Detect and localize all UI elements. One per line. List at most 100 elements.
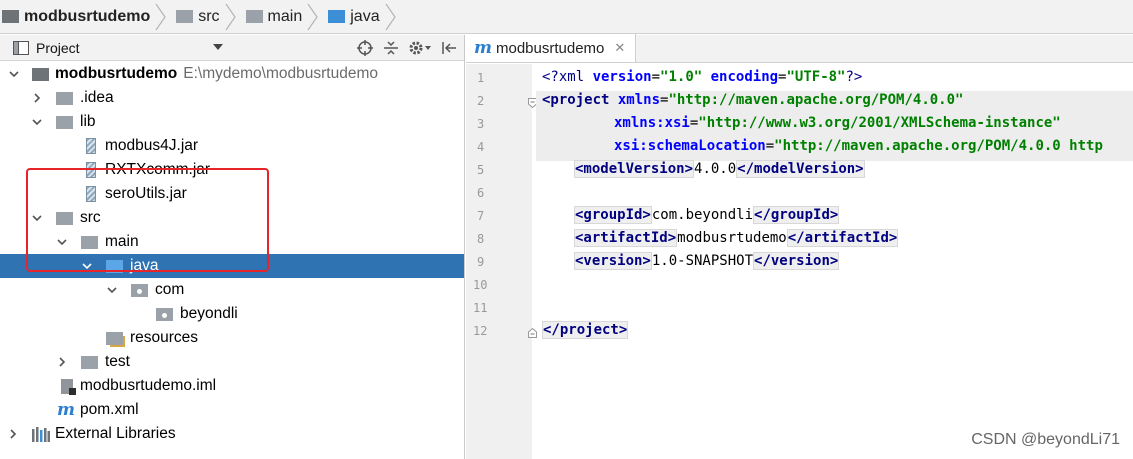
collapse-all-icon[interactable] <box>382 39 400 57</box>
settings-icon[interactable] <box>408 39 432 57</box>
tree-item-iml[interactable]: modbusrtudemo.iml <box>0 374 464 398</box>
library-icon <box>32 426 50 442</box>
fold-end-icon[interactable] <box>528 328 537 338</box>
close-icon[interactable]: ✕ <box>614 40 625 56</box>
breadcrumb-item-modbusrtudemo[interactable]: modbusrtudemo <box>2 0 176 34</box>
tree-item-resources[interactable]: resources <box>0 326 464 350</box>
tree-item-label: modbus4J.jar <box>105 137 199 154</box>
xml-tag: <modelVersion> <box>574 160 695 178</box>
breadcrumb-label: main <box>267 7 303 25</box>
code-line-2: <project xmlns="http://maven.apache.org/… <box>542 92 963 108</box>
line-number: 4 <box>477 140 485 154</box>
line-number: 9 <box>477 255 485 269</box>
tree-item-label: com <box>155 281 185 298</box>
chevron-down-icon[interactable] <box>32 117 42 127</box>
breadcrumb-separator-icon <box>155 3 166 30</box>
folder-icon <box>81 355 103 369</box>
breadcrumb-separator-icon <box>307 3 318 30</box>
tree-item-label: lib <box>80 113 96 130</box>
xml-value: "http://www.w3.org/2001/XMLSchema-instan… <box>698 115 1061 131</box>
module-path: E:\mydemo\modbusrtudemo <box>183 65 378 82</box>
folder-icon <box>245 10 263 23</box>
maven-icon: m <box>57 400 75 420</box>
xml-attr: encoding <box>702 69 779 85</box>
chevron-down-icon[interactable] <box>213 44 223 50</box>
chevron-right-icon[interactable] <box>8 429 18 439</box>
breadcrumb-item-java[interactable]: java <box>328 0 405 34</box>
tree-item-test[interactable]: test <box>0 350 464 374</box>
editor-tab-bar: m modbusrtudemo ✕ <box>466 34 1133 63</box>
folder-icon <box>56 91 78 105</box>
editor-tab-pom[interactable]: m modbusrtudemo ✕ <box>466 34 637 62</box>
line-number: 1 <box>477 71 485 85</box>
xml-value: "1.0" <box>660 69 703 85</box>
line-number: 3 <box>477 117 485 131</box>
xml-eq: = <box>651 69 661 85</box>
hide-icon[interactable] <box>440 39 458 57</box>
xml-tag: </version> <box>753 252 840 270</box>
code-line-3: xmlns:xsi="http://www.w3.org/2001/XMLSch… <box>614 115 1061 131</box>
highlight-annotation-box <box>26 168 269 272</box>
locate-icon[interactable] <box>356 39 374 57</box>
xml-text: modbusrtudemo <box>677 230 787 246</box>
module-name: modbusrtudemo <box>55 65 178 82</box>
xml-attr: version <box>592 69 652 85</box>
line-number: 10 <box>473 278 488 292</box>
tab-label: modbusrtudemo <box>496 39 605 57</box>
package-icon <box>156 307 178 321</box>
xml-text: 1.0-SNAPSHOT <box>651 253 754 269</box>
tree-item-lib[interactable]: lib <box>0 110 464 134</box>
tree-item-idea[interactable]: .idea <box>0 86 464 110</box>
module-file-icon <box>61 378 76 395</box>
xml-text: com.beyondli <box>651 207 754 223</box>
tree-item-pom[interactable]: m pom.xml <box>0 398 464 422</box>
code-line-1: <?xml version="1.0" encoding="UTF-8"?> <box>542 69 862 85</box>
tree-item-label: test <box>105 353 130 370</box>
watermark: CSDN @beyondLi71 <box>971 431 1120 448</box>
code-editor[interactable]: 1 2 3 4 5 7 8 9 6 10 11 12 <?xml version… <box>466 64 1133 459</box>
line-number: 2 <box>477 94 485 108</box>
breadcrumb-label: java <box>350 7 380 25</box>
breadcrumb-item-src[interactable]: src <box>176 0 245 34</box>
breadcrumb-item-main[interactable]: main <box>245 0 329 34</box>
tree-item-jar-modbus4j[interactable]: modbus4J.jar <box>0 134 464 158</box>
tree-item-root-module[interactable]: modbusrtudemo E:\mydemo\modbusrtudemo <box>0 62 464 86</box>
xml-attr: xsi:schemaLocation <box>614 138 766 154</box>
chevron-down-icon[interactable] <box>107 285 117 295</box>
code-line-9: <version>1.0-SNAPSHOT</version> <box>574 252 840 270</box>
chevron-down-icon[interactable] <box>9 69 19 79</box>
project-view-selector[interactable]: Project <box>36 40 80 56</box>
line-number: 7 <box>477 209 485 223</box>
folder-icon <box>176 10 194 23</box>
breadcrumb-separator-icon <box>385 3 396 30</box>
module-folder-icon <box>32 67 54 81</box>
line-number: 12 <box>473 324 488 338</box>
chevron-right-icon[interactable] <box>32 93 42 103</box>
xml-tag: </groupId> <box>753 206 840 224</box>
xml-attr: xmlns <box>617 92 661 108</box>
xml-tag: <groupId> <box>574 206 652 224</box>
code-line-5: <modelVersion>4.0.0</modelVersion> <box>574 160 865 178</box>
xml-text: 4.0.0 <box>694 161 737 177</box>
xml-declaration-open: <?xml <box>542 69 593 85</box>
tree-item-label: resources <box>130 329 199 346</box>
xml-tag: <artifactId> <box>574 229 678 247</box>
project-panel-header: Project <box>0 35 464 61</box>
xml-tag: </artifactId> <box>786 229 899 247</box>
tree-item-external-libraries[interactable]: External Libraries <box>0 422 464 446</box>
resources-folder-icon <box>106 331 128 345</box>
tree-item-beyondli[interactable]: beyondli <box>0 302 464 326</box>
chevron-right-icon[interactable] <box>57 357 67 367</box>
tree-item-label: beyondli <box>180 305 238 322</box>
xml-tag: </project> <box>542 321 629 339</box>
folder-icon <box>56 115 78 129</box>
line-number: 11 <box>473 301 488 315</box>
xml-tag: <project <box>542 92 618 108</box>
tree-item-label: External Libraries <box>55 425 176 442</box>
code-line-8: <artifactId>modbusrtudemo</artifactId> <box>574 229 899 247</box>
source-folder-icon <box>328 10 346 23</box>
tree-item-com[interactable]: com <box>0 278 464 302</box>
xml-declaration-close: ?> <box>845 69 863 85</box>
tree-item-label: pom.xml <box>80 401 139 418</box>
jar-icon <box>86 138 96 154</box>
